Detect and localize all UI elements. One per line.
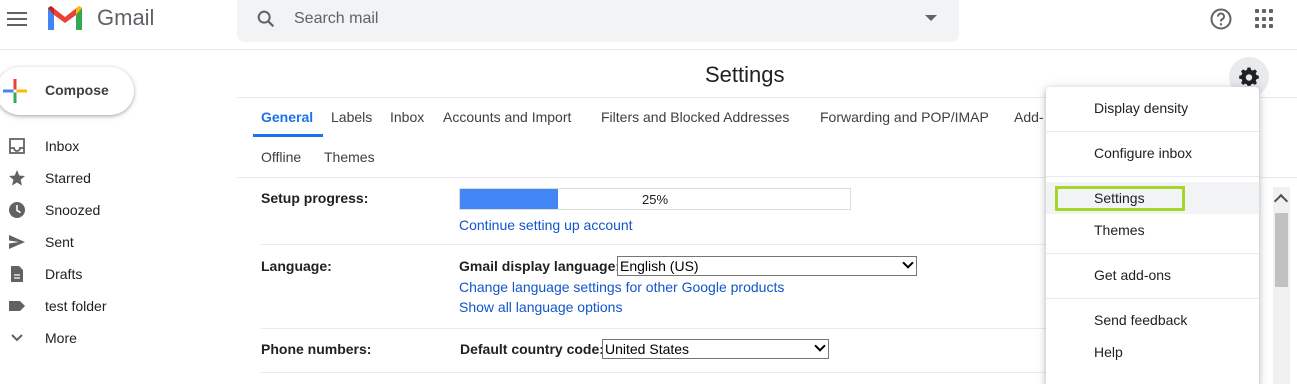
- page-title: Settings: [705, 62, 785, 87]
- menu-divider: [1046, 176, 1259, 177]
- gear-icon: [1239, 67, 1259, 86]
- menu-item-label: Help: [1094, 344, 1123, 360]
- continue-setup-link[interactable]: Continue setting up account: [459, 217, 633, 233]
- setup-progress-bar: 25%: [459, 188, 851, 210]
- menu-item-display-density[interactable]: Display density: [1046, 92, 1259, 124]
- menu-item-configure-inbox[interactable]: Configure inbox: [1046, 137, 1259, 169]
- sidebar-item-label: Starred: [45, 170, 91, 186]
- menu-item-label: Send feedback: [1094, 312, 1188, 328]
- search-bar[interactable]: Search mail: [237, 0, 959, 42]
- sidebar-nav: Inbox Starred Snoozed Sent Drafts test f…: [0, 130, 220, 354]
- top-header: Gmail Search mail: [0, 0, 1297, 50]
- menu-item-label: Themes: [1094, 222, 1145, 238]
- menu-item-label: Display density: [1094, 100, 1189, 116]
- sidebar-item-label: More: [45, 330, 77, 346]
- tab-labels[interactable]: Labels: [331, 109, 372, 125]
- sidebar-item-more[interactable]: More: [0, 322, 220, 354]
- search-input[interactable]: Search mail: [294, 10, 378, 28]
- chevron-down-icon: [814, 340, 826, 352]
- main-menu-icon[interactable]: [7, 9, 27, 27]
- country-code-label: Default country code:: [460, 341, 604, 357]
- send-icon: [9, 235, 25, 249]
- tab-offline[interactable]: Offline: [261, 149, 301, 165]
- chevron-down-icon: [11, 334, 23, 342]
- search-options-icon[interactable]: [925, 15, 937, 21]
- compose-label: Compose: [45, 82, 109, 98]
- vertical-scrollbar[interactable]: [1273, 187, 1290, 384]
- tab-forwarding-and-pop-imap[interactable]: Forwarding and POP/IMAP: [820, 109, 989, 125]
- sidebar-item-label: Snoozed: [45, 202, 101, 218]
- sidebar-item-starred[interactable]: Starred: [0, 162, 220, 194]
- sidebar-item-label: Sent: [45, 234, 74, 250]
- chevron-down-icon: [902, 257, 914, 269]
- phone-numbers-label: Phone numbers:: [261, 341, 372, 357]
- inbox-icon: [9, 138, 25, 154]
- menu-divider: [1046, 253, 1259, 254]
- language-label: Language:: [261, 258, 332, 274]
- tab-filters-and-blocked-addresses[interactable]: Filters and Blocked Addresses: [601, 109, 789, 125]
- compose-button[interactable]: Compose: [0, 67, 134, 115]
- tab-add-ons[interactable]: Add-: [1014, 109, 1044, 125]
- scroll-up-icon[interactable]: [1273, 193, 1289, 209]
- menu-divider: [1046, 298, 1259, 299]
- display-language-select[interactable]: English (US): [617, 256, 917, 276]
- row-divider: [261, 328, 1051, 329]
- sidebar-item-label: test folder: [45, 298, 107, 314]
- row-divider: [261, 244, 1051, 245]
- draft-icon: [11, 266, 23, 282]
- display-language-label: Gmail display language:: [459, 258, 621, 274]
- setup-progress-label: Setup progress:: [261, 190, 369, 206]
- change-language-link[interactable]: Change language settings for other Googl…: [459, 279, 784, 295]
- clock-icon: [9, 202, 25, 218]
- menu-item-label: Get add-ons: [1094, 267, 1172, 283]
- search-icon[interactable]: [255, 8, 277, 30]
- sidebar-item-inbox[interactable]: Inbox: [0, 130, 220, 162]
- tab-inbox[interactable]: Inbox: [390, 109, 424, 125]
- tab-general[interactable]: General: [261, 109, 313, 125]
- menu-item-help[interactable]: Help: [1046, 336, 1259, 368]
- menu-item-label: Configure inbox: [1094, 145, 1193, 161]
- help-icon[interactable]: [1209, 7, 1233, 31]
- country-code-select[interactable]: United States: [602, 339, 829, 359]
- sidebar-item-sent[interactable]: Sent: [0, 226, 220, 258]
- gmail-logo-icon[interactable]: [46, 4, 84, 32]
- tab-accounts-and-import[interactable]: Accounts and Import: [443, 109, 571, 125]
- sidebar-item-label: Inbox: [45, 138, 80, 154]
- app-name: Gmail: [97, 5, 155, 30]
- display-language-value: English (US): [620, 258, 699, 274]
- sidebar-item-label: Drafts: [45, 266, 83, 282]
- sidebar-item-test-folder[interactable]: test folder: [0, 290, 220, 322]
- menu-item-send-feedback[interactable]: Send feedback: [1046, 304, 1259, 336]
- active-tab-indicator: [253, 134, 323, 137]
- star-icon: [9, 170, 25, 186]
- tab-themes[interactable]: Themes: [324, 149, 375, 165]
- settings-highlight-box: [1055, 186, 1185, 211]
- show-all-languages-link[interactable]: Show all language options: [459, 299, 622, 315]
- label-icon: [9, 301, 25, 311]
- sidebar-item-snoozed[interactable]: Snoozed: [0, 194, 220, 226]
- menu-divider: [1046, 131, 1259, 132]
- sidebar-item-drafts[interactable]: Drafts: [0, 258, 220, 290]
- compose-plus-icon: [3, 79, 27, 103]
- apps-grid-icon[interactable]: [1255, 9, 1275, 29]
- menu-item-themes[interactable]: Themes: [1046, 214, 1259, 246]
- scrollbar-thumb[interactable]: [1275, 213, 1288, 287]
- menu-item-get-add-ons[interactable]: Get add-ons: [1046, 259, 1259, 291]
- row-divider: [261, 372, 1051, 373]
- progress-percent: 25%: [641, 192, 669, 207]
- settings-menu: Display density Configure inbox Settings…: [1046, 87, 1259, 384]
- country-code-value: United States: [605, 341, 690, 357]
